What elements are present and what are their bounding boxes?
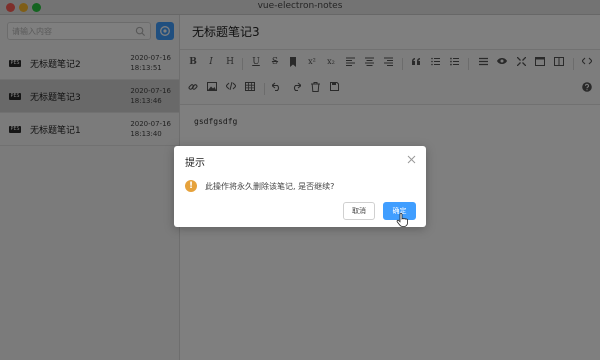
confirm-dialog: 提示 ! 此操作将永久删除该笔记, 是否继续? 取消 确定 [174, 146, 426, 227]
dialog-title: 提示 [185, 158, 205, 169]
warning-icon: ! [185, 180, 197, 192]
cancel-button[interactable]: 取消 [343, 202, 375, 220]
dialog-message: 此操作将永久删除该笔记, 是否继续? [205, 182, 335, 191]
hand-pointer-icon [396, 213, 408, 227]
close-icon[interactable] [407, 155, 416, 164]
